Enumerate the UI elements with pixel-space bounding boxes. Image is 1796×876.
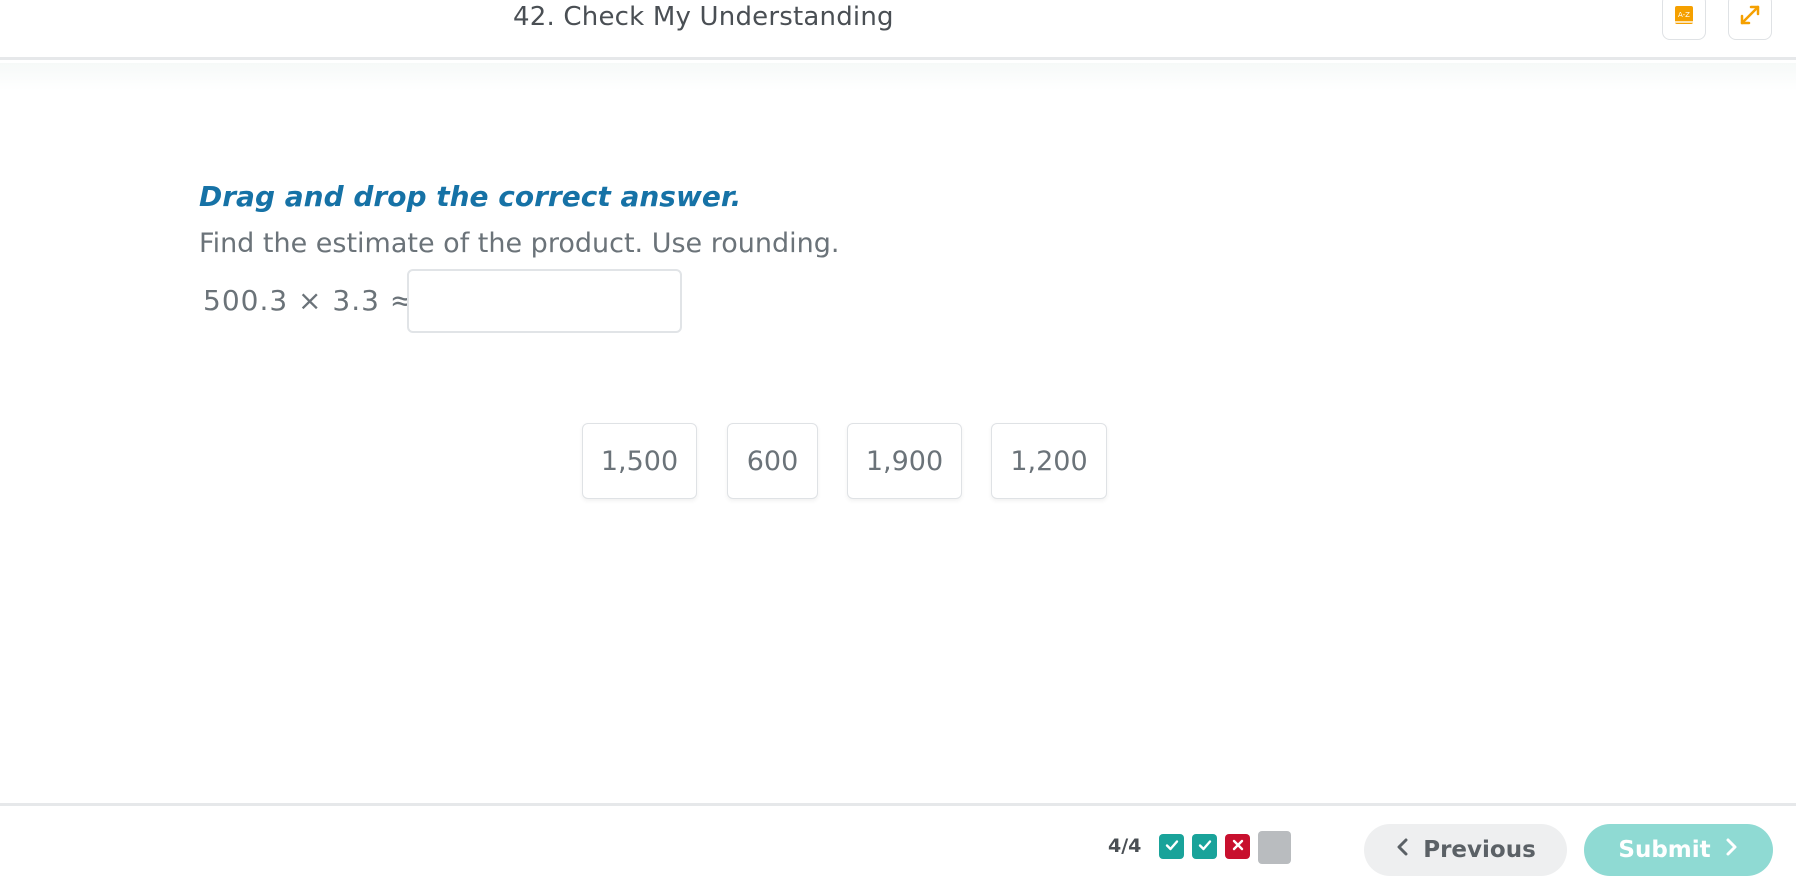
chevron-right-icon [1725, 837, 1739, 863]
math-expression: 500.3 × 3.3 ≈ [203, 284, 415, 317]
status-correct-2[interactable] [1192, 834, 1217, 859]
answer-tile-4[interactable]: 1,200 [991, 423, 1107, 499]
header-shadow-band [0, 63, 1796, 91]
expand-arrows-icon [1739, 4, 1761, 30]
answer-drop-zone[interactable] [407, 269, 682, 333]
status-pending-4[interactable] [1258, 831, 1291, 864]
previous-button[interactable]: Previous [1364, 824, 1567, 876]
expand-button[interactable] [1728, 0, 1772, 40]
chevron-left-icon [1395, 837, 1409, 863]
question-prompt: Find the estimate of the product. Use ro… [199, 228, 840, 259]
svg-text:A-Z: A-Z [1678, 11, 1690, 19]
submit-button[interactable]: Submit [1584, 824, 1773, 876]
answer-tile-1[interactable]: 1,500 [582, 423, 697, 499]
answer-tile-2[interactable]: 600 [727, 423, 818, 499]
glossary-button[interactable]: A-Z [1662, 0, 1706, 40]
status-correct-1[interactable] [1159, 834, 1184, 859]
check-icon [1164, 837, 1180, 857]
page-title: 42. Check My Understanding [513, 2, 894, 32]
submit-label: Submit [1618, 837, 1711, 863]
previous-label: Previous [1423, 837, 1536, 863]
question-counter: 4/4 [1108, 835, 1142, 857]
instruction-text: Drag and drop the correct answer. [199, 180, 742, 213]
close-icon [1231, 837, 1245, 856]
answer-tile-3[interactable]: 1,900 [847, 423, 962, 499]
status-wrong-3[interactable] [1225, 834, 1250, 859]
check-icon [1197, 837, 1213, 857]
glossary-book-icon: A-Z [1674, 5, 1694, 29]
header-bar: 42. Check My Understanding A-Z [0, 0, 1796, 60]
